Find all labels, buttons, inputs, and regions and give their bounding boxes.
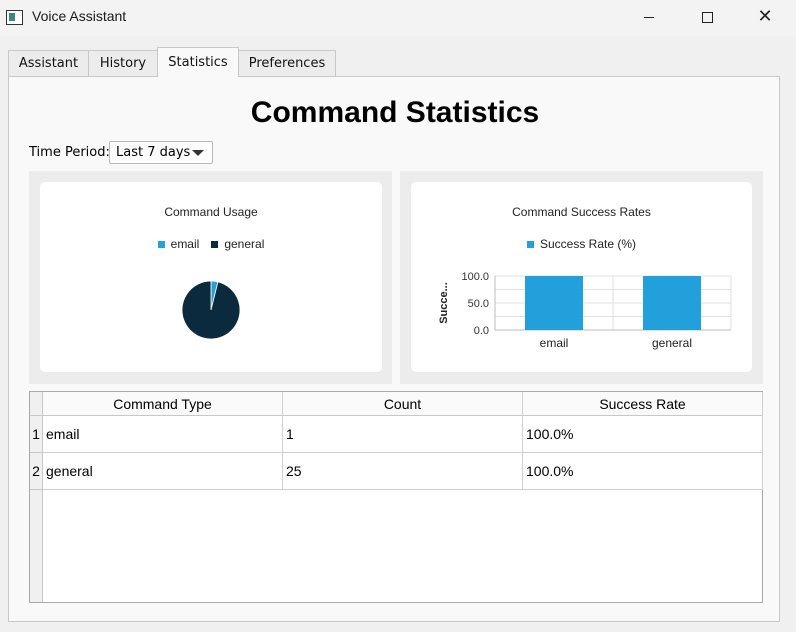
row-header[interactable]: 2	[30, 453, 43, 490]
statistics-table[interactable]: Command Type Count Success Rate 1 email …	[29, 391, 763, 603]
tab-assistant[interactable]: Assistant	[8, 50, 89, 76]
title-bar[interactable]: Voice Assistant ✕	[0, 0, 796, 36]
time-period-value: Last 7 days	[116, 145, 191, 160]
tab-label: Statistics	[168, 55, 228, 70]
table-cell[interactable]: 25	[283, 453, 523, 490]
minimize-icon	[644, 16, 654, 18]
tab-preferences[interactable]: Preferences	[238, 50, 336, 76]
tab-label: Preferences	[248, 56, 326, 71]
close-icon: ✕	[757, 6, 773, 27]
table-cell[interactable]: 100.0%	[523, 416, 763, 453]
row-header[interactable]: 1	[30, 416, 43, 453]
pie-slice-general	[181, 280, 241, 340]
bar-general	[643, 276, 701, 330]
tab-label: History	[99, 56, 147, 71]
table-cell[interactable]: 100.0%	[523, 453, 763, 490]
table-corner	[30, 392, 43, 416]
column-header-command-type[interactable]: Command Type	[43, 392, 283, 416]
close-button[interactable]: ✕	[737, 0, 793, 34]
tab-statistics[interactable]: Statistics	[157, 47, 239, 77]
pie-chart	[181, 280, 241, 340]
window-title: Voice Assistant	[32, 8, 127, 24]
table-cell[interactable]: email	[43, 416, 283, 453]
command-usage-chart-view: Command Usage email general	[29, 171, 392, 384]
maximize-button[interactable]	[679, 0, 735, 34]
column-header-count[interactable]: Count	[283, 392, 523, 416]
table-cell[interactable]: 1	[283, 416, 523, 453]
y-tick-label: 50.0	[468, 298, 489, 310]
time-period-dropdown[interactable]: Last 7 days	[109, 141, 213, 164]
column-header-success-rate[interactable]: Success Rate	[523, 392, 763, 416]
time-period-label: Time Period:	[29, 145, 110, 160]
command-success-chart-view: Command Success Rates Success Rate (%) 1…	[400, 171, 763, 384]
bar-email	[525, 276, 583, 330]
y-tick-label: 0.0	[474, 325, 489, 337]
chevron-down-icon	[192, 150, 204, 156]
maximize-icon	[701, 11, 713, 23]
app-icon	[6, 10, 23, 25]
tab-label: Assistant	[18, 56, 79, 71]
minimize-button[interactable]	[621, 0, 677, 34]
x-tick-label: email	[540, 336, 569, 350]
page-title: Command Statistics	[250, 96, 540, 129]
command-success-chart-card: Command Success Rates Success Rate (%) 1…	[411, 182, 752, 372]
tab-history[interactable]: History	[88, 50, 158, 76]
command-usage-chart-card: Command Usage email general	[40, 182, 382, 372]
y-tick-label: 100.0	[461, 271, 489, 283]
x-tick-label: general	[652, 336, 692, 350]
table-cell[interactable]: general	[43, 453, 283, 490]
bar-chart: 100.0 50.0 0.0 Succe... email general	[438, 271, 732, 350]
app-window: Voice Assistant ✕ Assistant History Stat…	[0, 0, 796, 632]
y-axis-label: Succe...	[438, 282, 450, 324]
